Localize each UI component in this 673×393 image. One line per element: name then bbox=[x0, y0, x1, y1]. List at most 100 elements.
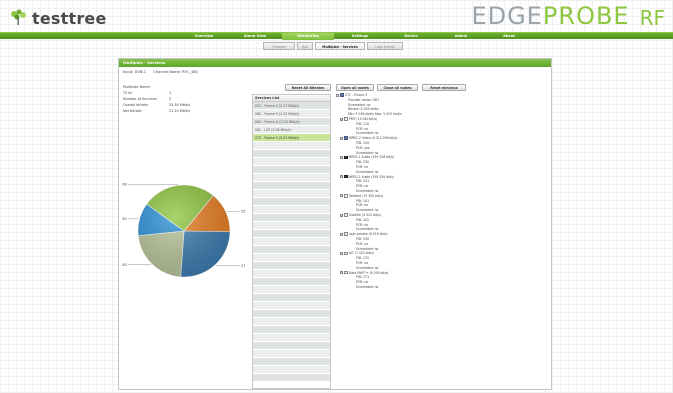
file-icon bbox=[344, 194, 348, 198]
info-label: TS Id: bbox=[123, 91, 133, 95]
tree-detail: Scrambled: no bbox=[356, 227, 379, 232]
tree-node-label: Teletext (75 300 bit/s) bbox=[349, 193, 384, 198]
tree-node[interactable]: − AIT (7 520 bit/s) bbox=[340, 251, 374, 255]
file-icon bbox=[344, 251, 348, 256]
testtree-logo-mark-icon bbox=[8, 9, 30, 27]
collapse-icon[interactable]: − bbox=[340, 194, 343, 198]
service-row[interactable]: 260 - France 5 (4.32 Mbit/s) bbox=[253, 110, 330, 118]
collapse-icon[interactable]: − bbox=[340, 175, 343, 179]
tree-node-label: Data MHP?+ (6 016 bit/s) bbox=[349, 270, 389, 275]
tree-detail: Scrambled: no bbox=[348, 102, 371, 107]
service-row-empty bbox=[253, 326, 330, 334]
service-row[interactable]: 273 - France 3 (5.03 Mbit/s) bbox=[253, 134, 330, 142]
tree-node[interactable]: − MPEG-2 Video (4 312 006 bit/s) bbox=[340, 136, 397, 140]
nav-monitoring[interactable]: Monitoring bbox=[282, 33, 334, 40]
tab-channel[interactable]: Channel bbox=[263, 42, 295, 50]
collapse-icon[interactable]: − bbox=[340, 155, 343, 159]
nav-settings[interactable]: Settings bbox=[334, 33, 386, 40]
collapse-icon[interactable]: − bbox=[340, 232, 343, 236]
service-row-empty bbox=[253, 334, 330, 342]
service-row-empty bbox=[253, 198, 330, 206]
tree-node[interactable]: − Subtitle (4 512 bit/s) bbox=[340, 213, 381, 217]
tree-node[interactable]: − MPEG-1 Audio (199 526 bit/s) bbox=[340, 175, 394, 179]
tree-detail: Scrambled: no bbox=[356, 265, 379, 270]
tree-detail: PCR: no bbox=[356, 222, 368, 227]
tree-node[interactable]: − PMT (15 040 bit/s) bbox=[340, 117, 377, 121]
service-row-empty bbox=[253, 254, 330, 262]
tree-detail: Scrambled: no bbox=[356, 131, 379, 136]
open-all-nodes-button[interactable]: Open all nodes bbox=[336, 84, 374, 91]
service-row-empty bbox=[253, 270, 330, 278]
close-all-nodes-button[interactable]: Close all nodes bbox=[377, 84, 418, 91]
service-row-empty bbox=[253, 294, 330, 302]
tree-detail: PID: 250 bbox=[356, 237, 370, 241]
tree-detail: Scrambled: no bbox=[356, 169, 379, 174]
tab-qos[interactable]: QoS bbox=[297, 42, 313, 50]
service-row-empty bbox=[253, 142, 330, 150]
tree-detail: PCR: yes bbox=[356, 145, 370, 150]
collapse-icon[interactable]: − bbox=[340, 213, 343, 217]
service-row-empty bbox=[253, 278, 330, 286]
info-value: 25.34 Mbit/s bbox=[169, 103, 191, 107]
service-row[interactable]: 261 - France O (2.25 Mbit/s) bbox=[253, 118, 330, 126]
tree-detail: PCR: no bbox=[356, 165, 368, 169]
tree-node[interactable]: − user private (6 016 bit/s) bbox=[340, 232, 388, 236]
tree-node[interactable]: − MPEG-1 Audio (199 526 bit/s) bbox=[340, 155, 394, 159]
service-row-empty bbox=[253, 238, 330, 246]
tree-detail: Scrambled: no bbox=[356, 208, 379, 213]
tree-detail: Scrambled: no bbox=[356, 150, 379, 155]
tree-detail: PID: 270 bbox=[356, 256, 370, 261]
info-net-bitrate: Net bitrate: 21.10 Mbit/s bbox=[123, 109, 190, 113]
tree-detail: PCR: no bbox=[356, 261, 368, 265]
info-label: Net bitrate: bbox=[123, 109, 143, 113]
collapse-icon[interactable]: − bbox=[340, 271, 343, 275]
service-row-empty bbox=[253, 342, 330, 350]
pie-slice-273[interactable] bbox=[180, 230, 231, 278]
service-row[interactable]: 262 - LCP (5.06 Mbit/s) bbox=[253, 126, 330, 134]
collapse-icon[interactable]: − bbox=[340, 136, 343, 140]
nav-device[interactable]: Device bbox=[386, 33, 436, 40]
tab-logs-events[interactable]: Logs Events bbox=[367, 42, 403, 50]
reset-all-bitrates-button[interactable]: Reset All Bitrates bbox=[285, 84, 331, 91]
service-row-empty bbox=[253, 318, 330, 326]
collapse-icon[interactable]: − bbox=[340, 117, 343, 121]
tree-detail: PCR: no bbox=[356, 126, 368, 131]
service-row-empty bbox=[253, 366, 330, 374]
testtree-logo: testtree bbox=[8, 8, 107, 28]
main-nav: Overview Alarm View Monitoring Settings … bbox=[0, 32, 673, 40]
service-row[interactable]: 257 - France 2 (2.77 Mbit/s) bbox=[253, 102, 330, 110]
tab-multiplex-services[interactable]: Multiplex - Services bbox=[315, 42, 365, 50]
tree-detail: PID: 241 bbox=[356, 198, 370, 203]
tree-root[interactable]: − 272 - France 3 bbox=[336, 93, 367, 97]
service-row-empty bbox=[253, 166, 330, 174]
pie-label: 273 bbox=[241, 264, 246, 268]
video-icon bbox=[344, 136, 348, 140]
service-row-empty bbox=[253, 158, 330, 166]
reset-min-max-button[interactable]: Reset min/max bbox=[422, 84, 466, 91]
tree-node[interactable]: − Data MHP?+ (6 016 bit/s) bbox=[340, 271, 388, 275]
tree-node-label: MPEG-2 Video (4 312 006 bit/s) bbox=[349, 136, 398, 141]
collapse-icon[interactable]: − bbox=[336, 93, 339, 97]
brand-probe: PROBE bbox=[542, 2, 630, 30]
info-value: 5 bbox=[169, 97, 172, 101]
nav-about[interactable]: About bbox=[486, 33, 532, 40]
service-row-empty bbox=[253, 174, 330, 182]
nav-admin[interactable]: Admin bbox=[436, 33, 486, 40]
nav-alarm-view[interactable]: Alarm View bbox=[230, 33, 280, 40]
tree-node[interactable]: − Teletext (75 300 bit/s) bbox=[340, 194, 383, 198]
multiplex-services-panel: Multiplex - Services Input: DVB-C Channe… bbox=[118, 58, 552, 390]
service-row-empty bbox=[253, 214, 330, 222]
tree-detail: Bitrate: 5 026 kbit/s bbox=[348, 107, 379, 112]
tree-node-label: PMT (15 040 bit/s) bbox=[349, 117, 378, 121]
bitrate-pie-chart: 257 273 262 261 260 bbox=[122, 183, 246, 278]
pie-slice-262[interactable] bbox=[137, 230, 185, 278]
nav-overview[interactable]: Overview bbox=[178, 33, 230, 40]
file-icon bbox=[344, 213, 348, 217]
tree-detail: Scrambled: no bbox=[356, 285, 379, 289]
tree-detail: PID: 271 bbox=[356, 275, 370, 280]
service-tree: −272 - France 3 Provider name: GR1 Scrambl… bbox=[334, 93, 549, 389]
pie-label: 257 bbox=[241, 210, 246, 214]
testtree-logo-text: testtree bbox=[32, 8, 107, 28]
collapse-icon[interactable]: − bbox=[340, 251, 343, 255]
brand-rf: RF bbox=[639, 6, 665, 30]
